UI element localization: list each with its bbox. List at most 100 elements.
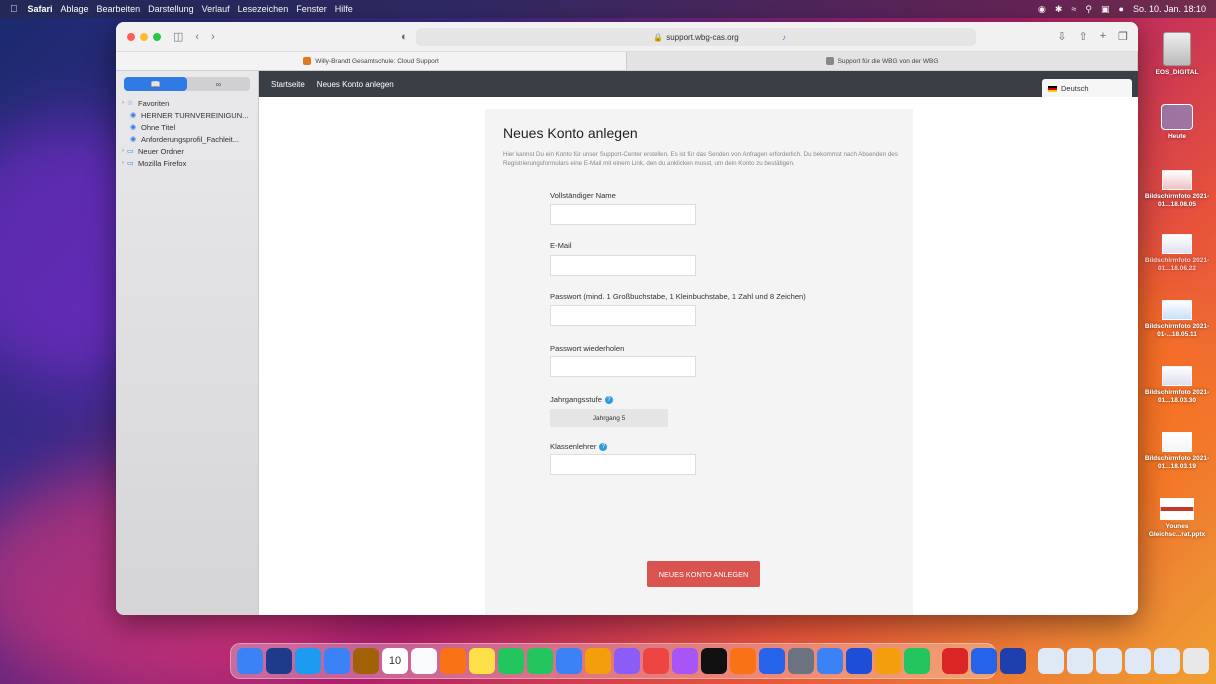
desktop-item-eos-digital[interactable]: EOS_DIGITAL — [1140, 32, 1214, 77]
password-repeat-field[interactable] — [550, 356, 696, 377]
menu-fenster[interactable]: Fenster — [296, 4, 327, 14]
sidebar-item-herner[interactable]: ◉ HERNER TURNVEREINIGUN... — [116, 109, 258, 121]
nav-startseite[interactable]: Startseite — [271, 80, 305, 89]
teacher-field[interactable] — [550, 454, 696, 475]
siri-icon[interactable]: ● — [1119, 4, 1124, 14]
finder-icon[interactable] — [237, 648, 263, 674]
menu-darstellung[interactable]: Darstellung — [148, 4, 194, 14]
powerpoint-icon[interactable] — [942, 648, 968, 674]
audio-playing-icon[interactable]: ♪ — [782, 33, 786, 42]
menu-hilfe[interactable]: Hilfe — [335, 4, 353, 14]
desktop-item-pptx[interactable]: Younes Gleichsc...rat.pptx — [1140, 498, 1214, 540]
address-bar[interactable]: 🔒 support.wbg-cas.org ♪ — [416, 28, 976, 46]
contacts-icon[interactable] — [353, 648, 379, 674]
sidebar-item-anforderungsprofil[interactable]: ◉ Anforderungsprofil_Fachleit... — [116, 133, 258, 145]
menu-bearbeiten[interactable]: Bearbeiten — [97, 4, 141, 14]
new-tab-icon[interactable]: + — [1100, 30, 1106, 43]
photos-icon[interactable] — [440, 648, 466, 674]
messages-icon[interactable] — [498, 648, 524, 674]
reminders-icon[interactable] — [411, 648, 437, 674]
facetime-icon[interactable] — [527, 648, 553, 674]
menu-ablage[interactable]: Ablage — [61, 4, 89, 14]
podcasts-icon[interactable] — [672, 648, 698, 674]
sidebar-item-favoriten[interactable]: › ☆ Favoriten — [116, 97, 258, 109]
tv-icon[interactable] — [701, 648, 727, 674]
pages-icon[interactable] — [614, 648, 640, 674]
tab-cloud-support[interactable]: Willy-Brandt Gesamtschule: Cloud Support — [116, 52, 627, 70]
reading-list-tab-icon[interactable]: ∞ — [187, 77, 250, 91]
dock-file-thumbnail[interactable] — [1038, 648, 1064, 674]
word-icon[interactable] — [846, 648, 872, 674]
nav-neues-konto[interactable]: Neues Konto anlegen — [317, 80, 394, 89]
system-preferences-icon[interactable] — [788, 648, 814, 674]
grade-select[interactable]: Jahrgang 5 — [550, 409, 668, 427]
password-label: Passwort (mind. 1 Großbuchstabe, 1 Klein… — [550, 292, 806, 301]
dock-file-thumbnail[interactable] — [1067, 648, 1093, 674]
trash-icon[interactable] — [1183, 648, 1209, 674]
back-icon[interactable]: ‹ — [195, 31, 199, 43]
music-icon[interactable] — [643, 648, 669, 674]
app-store-icon[interactable] — [759, 648, 785, 674]
bluetooth-icon[interactable]: ✱ — [1055, 4, 1063, 15]
control-center-icon[interactable]: ▣ — [1101, 4, 1110, 15]
whatsapp-icon[interactable] — [904, 648, 930, 674]
apple-menu-icon[interactable]:  — [10, 4, 18, 15]
safari-icon[interactable] — [295, 648, 321, 674]
tab-overview-icon[interactable]: ❐ — [1118, 30, 1128, 43]
password-field[interactable] — [550, 305, 696, 326]
menubar-clock[interactable]: So. 10. Jan. 18:10 — [1133, 4, 1206, 14]
teacher-label: Klassenlehrer — [550, 442, 597, 451]
help-icon[interactable]: ? — [599, 443, 608, 451]
keynote-icon[interactable] — [556, 648, 582, 674]
teams-icon[interactable] — [817, 648, 843, 674]
calendar-icon[interactable]: 10 — [382, 648, 408, 674]
dock-file-thumbnail[interactable] — [1125, 648, 1151, 674]
tab-favicon — [303, 57, 312, 65]
dock-file-thumbnail[interactable] — [1154, 648, 1180, 674]
chrome-icon[interactable] — [971, 648, 997, 674]
menu-verlauf[interactable]: Verlauf — [202, 4, 230, 14]
books-icon[interactable] — [730, 648, 756, 674]
language-selector[interactable]: Deutsch — [1042, 79, 1132, 98]
menu-lesezeichen[interactable]: Lesezeichen — [238, 4, 289, 14]
desktop-item-label: EOS_DIGITAL — [1155, 69, 1199, 76]
desktop-item-screenshot-2[interactable]: Bildschirmfoto 2021-01...18.06.22 — [1140, 234, 1214, 274]
desktop-item-screenshot-3[interactable]: Bildschirmfoto 2021-01-...18.05.11 — [1140, 300, 1214, 340]
desktop-item-screenshot-5[interactable]: Bildschirmfoto 2021-01...18.03.19 — [1140, 432, 1214, 472]
create-account-button[interactable]: NEUES KONTO ANLEGEN — [647, 561, 760, 587]
intro-text: Hier kannst Du ein Konto für unser Suppo… — [503, 151, 898, 167]
mail-icon[interactable] — [324, 648, 350, 674]
desktop-item-heute[interactable]: Heute — [1140, 104, 1214, 141]
desktop-item-screenshot-1[interactable]: Bildschirmfoto 2021-01...18.08.05 — [1140, 170, 1214, 210]
lock-icon: 🔒 — [653, 32, 664, 42]
forward-icon[interactable]: › — [211, 31, 215, 43]
screenshot-thumbnail-icon — [1162, 432, 1192, 452]
wifi-icon[interactable]: ≈ — [1071, 4, 1076, 14]
minimize-window-button[interactable] — [140, 32, 148, 41]
launchpad-icon[interactable] — [266, 648, 292, 674]
folder-icon: ▭ — [127, 160, 134, 167]
sidebar-toggle-icon[interactable]: ◫ — [173, 30, 183, 43]
close-window-button[interactable] — [127, 32, 135, 41]
help-icon[interactable]: ? — [604, 396, 613, 404]
remote-desktop-icon[interactable] — [1000, 648, 1026, 674]
notes-icon[interactable] — [469, 648, 495, 674]
maps-icon[interactable] — [875, 648, 901, 674]
spotlight-search-icon[interactable]: ⚲ — [1085, 4, 1092, 15]
name-field[interactable] — [550, 204, 696, 225]
privacy-shield-icon[interactable]: ◐ — [401, 31, 408, 43]
sidebar-item-neuer-ordner[interactable]: › ▭ Neuer Ordner — [116, 145, 258, 157]
email-field[interactable] — [550, 255, 696, 276]
share-icon[interactable]: ⇧ — [1078, 30, 1087, 43]
screen-record-icon[interactable]: ◉ — [1038, 4, 1046, 15]
numbers-icon[interactable] — [585, 648, 611, 674]
menu-safari[interactable]: Safari — [28, 4, 53, 14]
sidebar-item-ohne-titel[interactable]: ◉ Ohne Titel — [116, 121, 258, 133]
sidebar-item-mozilla-firefox[interactable]: › ▭ Mozilla Firefox — [116, 157, 258, 169]
desktop-item-screenshot-4[interactable]: Bildschirmfoto 2021-01...18.03.30 — [1140, 366, 1214, 406]
downloads-icon[interactable]: ⇩ — [1057, 30, 1066, 43]
zoom-window-button[interactable] — [153, 32, 161, 41]
tab-support-wbg[interactable]: Support für die WBG von der WBG — [627, 52, 1138, 70]
dock-file-thumbnail[interactable] — [1096, 648, 1122, 674]
bookmarks-tab-icon[interactable]: 📖 — [124, 77, 187, 91]
